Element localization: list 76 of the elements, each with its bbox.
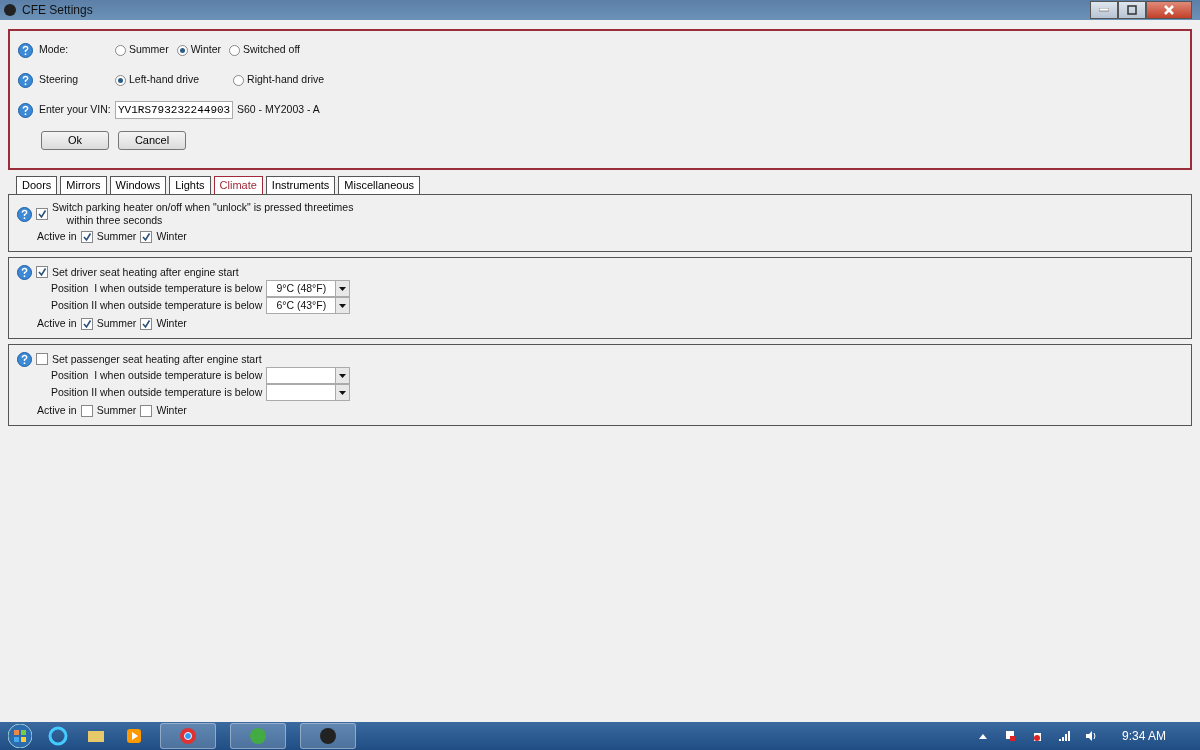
radio-button[interactable] xyxy=(115,74,126,86)
help-icon[interactable] xyxy=(17,264,32,280)
position-label: Position II when outside temperature is below xyxy=(51,384,263,400)
help-icon[interactable] xyxy=(18,42,33,58)
checkbox[interactable] xyxy=(36,208,48,220)
season-label: Winter xyxy=(156,316,187,332)
app-icon xyxy=(4,4,16,16)
speaker-icon[interactable] xyxy=(1084,730,1098,742)
radio-label: Winter xyxy=(190,42,222,58)
tab[interactable]: Windows xyxy=(109,176,167,194)
radio-label: Summer xyxy=(129,42,169,58)
season-label: Summer xyxy=(96,316,137,332)
season-label: Winter xyxy=(156,229,187,245)
help-icon[interactable] xyxy=(18,72,33,88)
checkbox[interactable] xyxy=(80,405,93,417)
taskbar-button[interactable] xyxy=(300,723,356,749)
field-label: Steering xyxy=(39,72,80,88)
minimize-icon xyxy=(1099,8,1109,12)
field-label: Enter your VIN: xyxy=(39,102,112,118)
option-label: Set passenger seat heating after engine start xyxy=(52,352,262,366)
position-label: Position I when outside temperature is below xyxy=(51,367,263,383)
checkbox[interactable] xyxy=(140,405,153,417)
flag-icon[interactable] xyxy=(1003,730,1017,742)
radio-button[interactable] xyxy=(115,44,126,56)
start-button[interactable] xyxy=(8,724,32,748)
maximize-button[interactable] xyxy=(1118,1,1146,19)
active-label: Active in xyxy=(37,229,77,245)
maximize-icon xyxy=(1127,5,1137,15)
season-label: Summer xyxy=(96,229,137,245)
checkbox[interactable] xyxy=(140,231,153,243)
option-label: Set driver seat heating after engine start xyxy=(52,265,239,279)
radio-button[interactable] xyxy=(176,44,188,56)
season-label: Summer xyxy=(96,403,137,419)
close-button[interactable] xyxy=(1146,1,1192,19)
help-icon[interactable] xyxy=(17,206,32,222)
field-label: Mode: xyxy=(39,42,70,58)
tab[interactable]: Miscellaneous xyxy=(338,176,420,194)
checkbox[interactable] xyxy=(80,318,93,330)
help-icon[interactable] xyxy=(18,102,33,118)
active-label: Active in xyxy=(37,316,77,332)
caret-icon xyxy=(339,373,347,378)
tab[interactable]: Mirrors xyxy=(60,176,107,194)
temperature-dropdown[interactable]: 6°C (43°F) xyxy=(266,297,351,314)
close-icon xyxy=(1164,5,1174,15)
radio-label: Right-hand drive xyxy=(247,72,325,88)
dialog-button[interactable]: Cancel xyxy=(118,130,186,150)
tab[interactable]: Lights xyxy=(169,176,211,194)
temperature-dropdown[interactable]: 9°C (48°F) xyxy=(266,280,351,297)
caret-icon xyxy=(339,286,347,291)
tab[interactable]: Instruments xyxy=(265,176,336,194)
model-text: S60 - MY2003 - A xyxy=(237,102,320,118)
vin-field[interactable]: YV1RS793232244903 xyxy=(115,101,233,119)
radio-button[interactable] xyxy=(229,44,241,56)
checkbox[interactable] xyxy=(36,266,48,278)
window-title: CFE Settings xyxy=(22,2,93,19)
help-icon[interactable] xyxy=(17,351,32,367)
checkbox[interactable] xyxy=(80,231,93,243)
radio-button[interactable] xyxy=(233,74,245,86)
radio-label: Switched off xyxy=(243,42,301,58)
checkbox[interactable] xyxy=(36,353,48,365)
caret-icon xyxy=(339,303,347,308)
tab[interactable]: Doors xyxy=(16,176,58,194)
tab[interactable]: Climate xyxy=(213,176,263,194)
clock[interactable]: 9:34 AM xyxy=(1121,727,1166,745)
signal-icon[interactable] xyxy=(1057,730,1071,742)
checkbox[interactable] xyxy=(140,318,153,330)
active-label: Active in xyxy=(37,403,77,419)
option-label: Switch parking heater on/off when "unlock" is pressed threetimes within three seconds xyxy=(52,201,354,227)
minimize-button[interactable] xyxy=(1090,1,1118,19)
caret-icon xyxy=(339,390,347,395)
dialog-button[interactable]: Ok xyxy=(41,130,109,150)
radio-label: Left-hand drive xyxy=(129,72,200,88)
position-label: Position I when outside temperature is below xyxy=(51,280,263,296)
position-label: Position II when outside temperature is below xyxy=(51,297,263,313)
season-label: Winter xyxy=(156,403,187,419)
browser-icon[interactable] xyxy=(46,724,70,748)
